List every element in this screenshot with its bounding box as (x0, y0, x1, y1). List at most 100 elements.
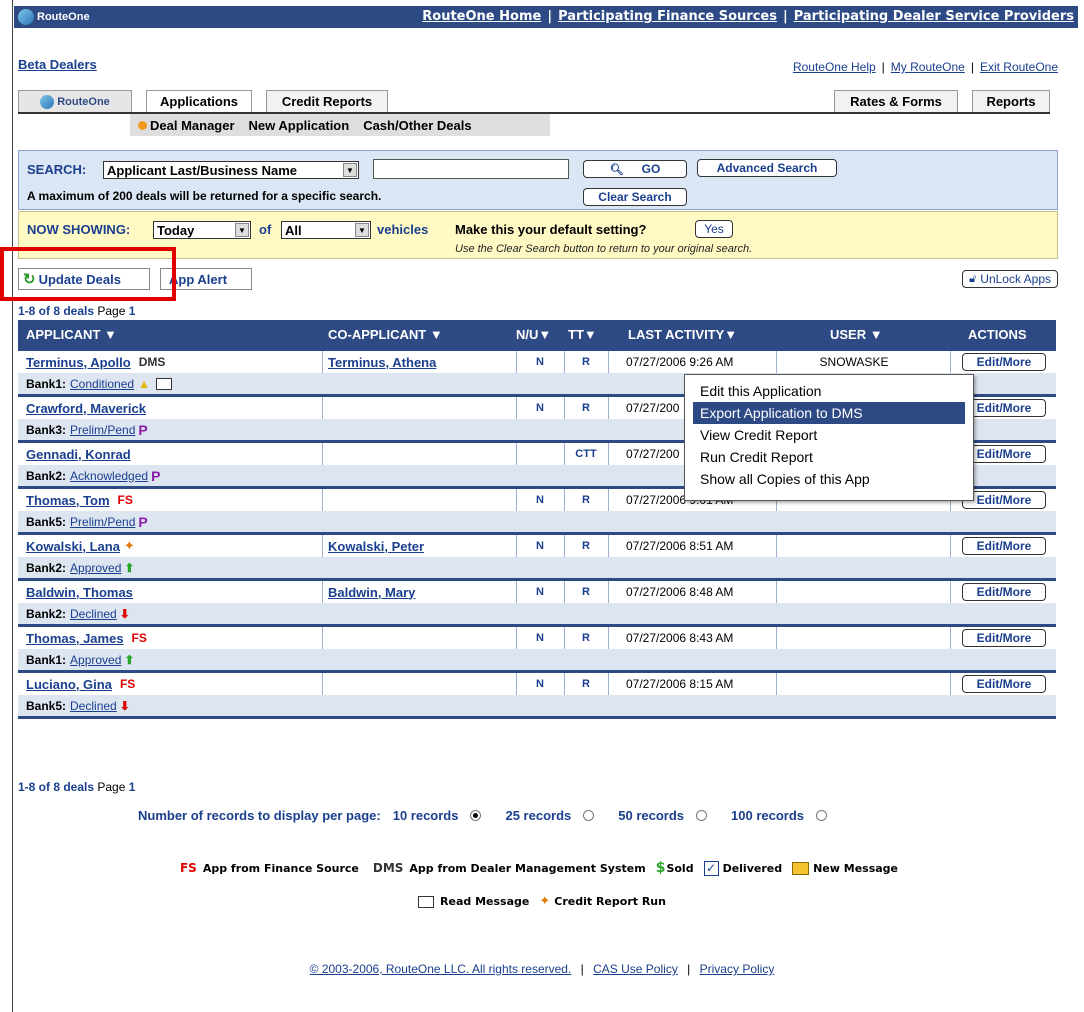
menu-run-credit-report[interactable]: Run Credit Report (685, 446, 973, 468)
status-link[interactable]: Approved (70, 561, 121, 575)
applicant-cell: Crawford, Maverick (26, 397, 146, 419)
cas-use-policy-link[interactable]: CAS Use Policy (593, 962, 678, 976)
status-link[interactable]: Acknowledged (70, 469, 148, 483)
edit-more-button[interactable]: Edit/More (962, 629, 1046, 647)
column-divider (776, 581, 777, 603)
menu-view-credit-report[interactable]: View Credit Report (685, 424, 973, 446)
tab-applications[interactable]: Applications (146, 90, 252, 112)
tt-cell: R (582, 540, 590, 552)
warning-triangle-icon: ▲ (138, 376, 150, 391)
clear-search-button[interactable]: Clear Search (583, 188, 687, 206)
dealer-name-link[interactable]: Beta Dealers (18, 57, 97, 72)
of-label: of (259, 222, 272, 237)
util-separator: | (881, 60, 885, 74)
edit-more-button[interactable]: Edit/More (962, 537, 1046, 555)
applicant-link[interactable]: Thomas, Tom (26, 493, 110, 508)
bank-status-row: Bank2: Declined ⬇︎ (18, 603, 1056, 624)
applicant-link[interactable]: Thomas, James (26, 631, 124, 646)
table-row: Luciano, Gina FS N R 07/27/2006 8:15 AM E… (18, 670, 1056, 695)
edit-more-button[interactable]: Edit/More (962, 583, 1046, 601)
copyright-link[interactable]: © 2003-2006, RouteOne LLC. All rights re… (310, 962, 572, 976)
privacy-policy-link[interactable]: Privacy Policy (700, 962, 775, 976)
legend-new-message-text: New Message (813, 861, 899, 875)
applicant-link[interactable]: Baldwin, Thomas (26, 585, 133, 600)
my-routeone-link[interactable]: My RouteOne (891, 60, 965, 74)
column-label: USER (830, 327, 867, 342)
search-input[interactable] (373, 159, 569, 179)
search-field-value: Applicant Last/Business Name (107, 162, 297, 178)
period-select[interactable]: Today ▼ (153, 221, 251, 239)
applicant-link[interactable]: Luciano, Gina (26, 677, 112, 692)
column-tt[interactable]: TT▼ (568, 327, 597, 342)
subnav-deal-manager[interactable]: Deal Manager (150, 118, 235, 133)
records-10-radio[interactable] (470, 810, 482, 821)
menu-export-to-dms[interactable]: Export Application to DMS (693, 402, 965, 424)
co-applicant-link[interactable]: Terminus, Athena (328, 355, 436, 370)
routeone-logo[interactable]: RouteOne (18, 9, 90, 25)
read-message-icon[interactable] (155, 377, 172, 390)
tab-rates-forms[interactable]: Rates & Forms (834, 90, 958, 112)
go-button[interactable]: 🔍︎ GO (583, 160, 687, 178)
records-100-radio[interactable] (816, 810, 828, 821)
column-divider (322, 627, 323, 649)
menu-show-all-copies[interactable]: Show all Copies of this App (685, 468, 973, 490)
help-link[interactable]: RouteOne Help (793, 60, 876, 74)
search-field-select[interactable]: Applicant Last/Business Name ▼ (103, 161, 359, 179)
yes-button[interactable]: Yes (695, 220, 733, 238)
advanced-search-button[interactable]: Advanced Search (697, 159, 837, 177)
applicant-link[interactable]: Terminus, Apollo (26, 355, 131, 370)
column-user[interactable]: USER ▼ (830, 327, 883, 342)
column-last-activity[interactable]: LAST ACTIVITY▼ (628, 327, 737, 342)
exit-link[interactable]: Exit RouteOne (980, 60, 1058, 74)
status-link[interactable]: Declined (70, 699, 117, 713)
approved-arrow-icon: ⬆︎ (124, 560, 135, 575)
co-applicant-link[interactable]: Kowalski, Peter (328, 539, 424, 554)
tab-routeone-home[interactable]: RouteOne (18, 90, 132, 112)
legend-credit-report-run-text: Credit Report Run (554, 895, 666, 908)
co-applicant-link[interactable]: Baldwin, Mary (328, 585, 415, 600)
status-link[interactable]: Approved (70, 653, 121, 667)
footer-separator: | (687, 962, 691, 976)
subnav-cash-other-deals[interactable]: Cash/Other Deals (363, 118, 471, 133)
records-50-radio[interactable] (696, 810, 708, 821)
search-label: SEARCH: (27, 162, 87, 177)
deal-count-text: 1-8 of 8 deals (18, 304, 95, 318)
vehicle-filter-select[interactable]: All ▼ (281, 221, 371, 239)
co-applicant-cell: Kowalski, Peter (328, 535, 424, 557)
nav-separator: | (547, 9, 553, 24)
column-applicant[interactable]: APPLICANT ▼ (26, 327, 117, 342)
subnav-new-application[interactable]: New Application (249, 118, 350, 133)
column-new-used[interactable]: N/U▼ (516, 327, 551, 342)
menu-edit-application[interactable]: Edit this Application (685, 380, 973, 402)
status-link[interactable]: Prelim/Pend (70, 515, 135, 529)
period-value: Today (157, 222, 195, 238)
applicant-cell: Terminus, Apollo DMS (26, 351, 165, 373)
column-divider (776, 673, 777, 695)
table-header: APPLICANT ▼ CO-APPLICANT ▼ N/U▼ TT▼ LAST… (18, 320, 1056, 348)
nav-dealer-service-providers[interactable]: Participating Dealer Service Providers (794, 9, 1074, 24)
applicant-link[interactable]: Kowalski, Lana (26, 539, 120, 554)
tab-credit-reports[interactable]: Credit Reports (266, 90, 388, 112)
tab-reports[interactable]: Reports (972, 90, 1050, 112)
edit-more-button[interactable]: Edit/More (962, 445, 1046, 463)
nav-routeone-home[interactable]: RouteOne Home (422, 9, 541, 24)
legend-read-message-text: Read Message (440, 895, 530, 908)
records-25-radio[interactable] (583, 810, 595, 821)
status-link[interactable]: Declined (70, 607, 117, 621)
edit-more-button[interactable]: Edit/More (962, 353, 1046, 371)
column-co-applicant[interactable]: CO-APPLICANT ▼ (328, 327, 443, 342)
edit-more-button[interactable]: Edit/More (962, 491, 1046, 509)
nav-finance-sources[interactable]: Participating Finance Sources (558, 9, 777, 24)
new-message-icon (792, 861, 810, 875)
edit-more-button[interactable]: Edit/More (962, 399, 1046, 417)
applicant-link[interactable]: Gennadi, Konrad (26, 447, 131, 462)
status-link[interactable]: Prelim/Pend (70, 423, 135, 437)
unlock-apps-button[interactable]: 🔓︎ UnLock Apps (962, 270, 1058, 288)
status-link[interactable]: Conditioned (70, 377, 134, 391)
top-bar: RouteOne RouteOne Home | Participating Fi… (14, 6, 1078, 28)
edit-more-button[interactable]: Edit/More (962, 675, 1046, 693)
vehicle-filter-value: All (285, 222, 302, 238)
routeone-logo-icon (18, 9, 34, 25)
applicant-link[interactable]: Crawford, Maverick (26, 401, 146, 416)
page-label: Page (97, 304, 126, 318)
